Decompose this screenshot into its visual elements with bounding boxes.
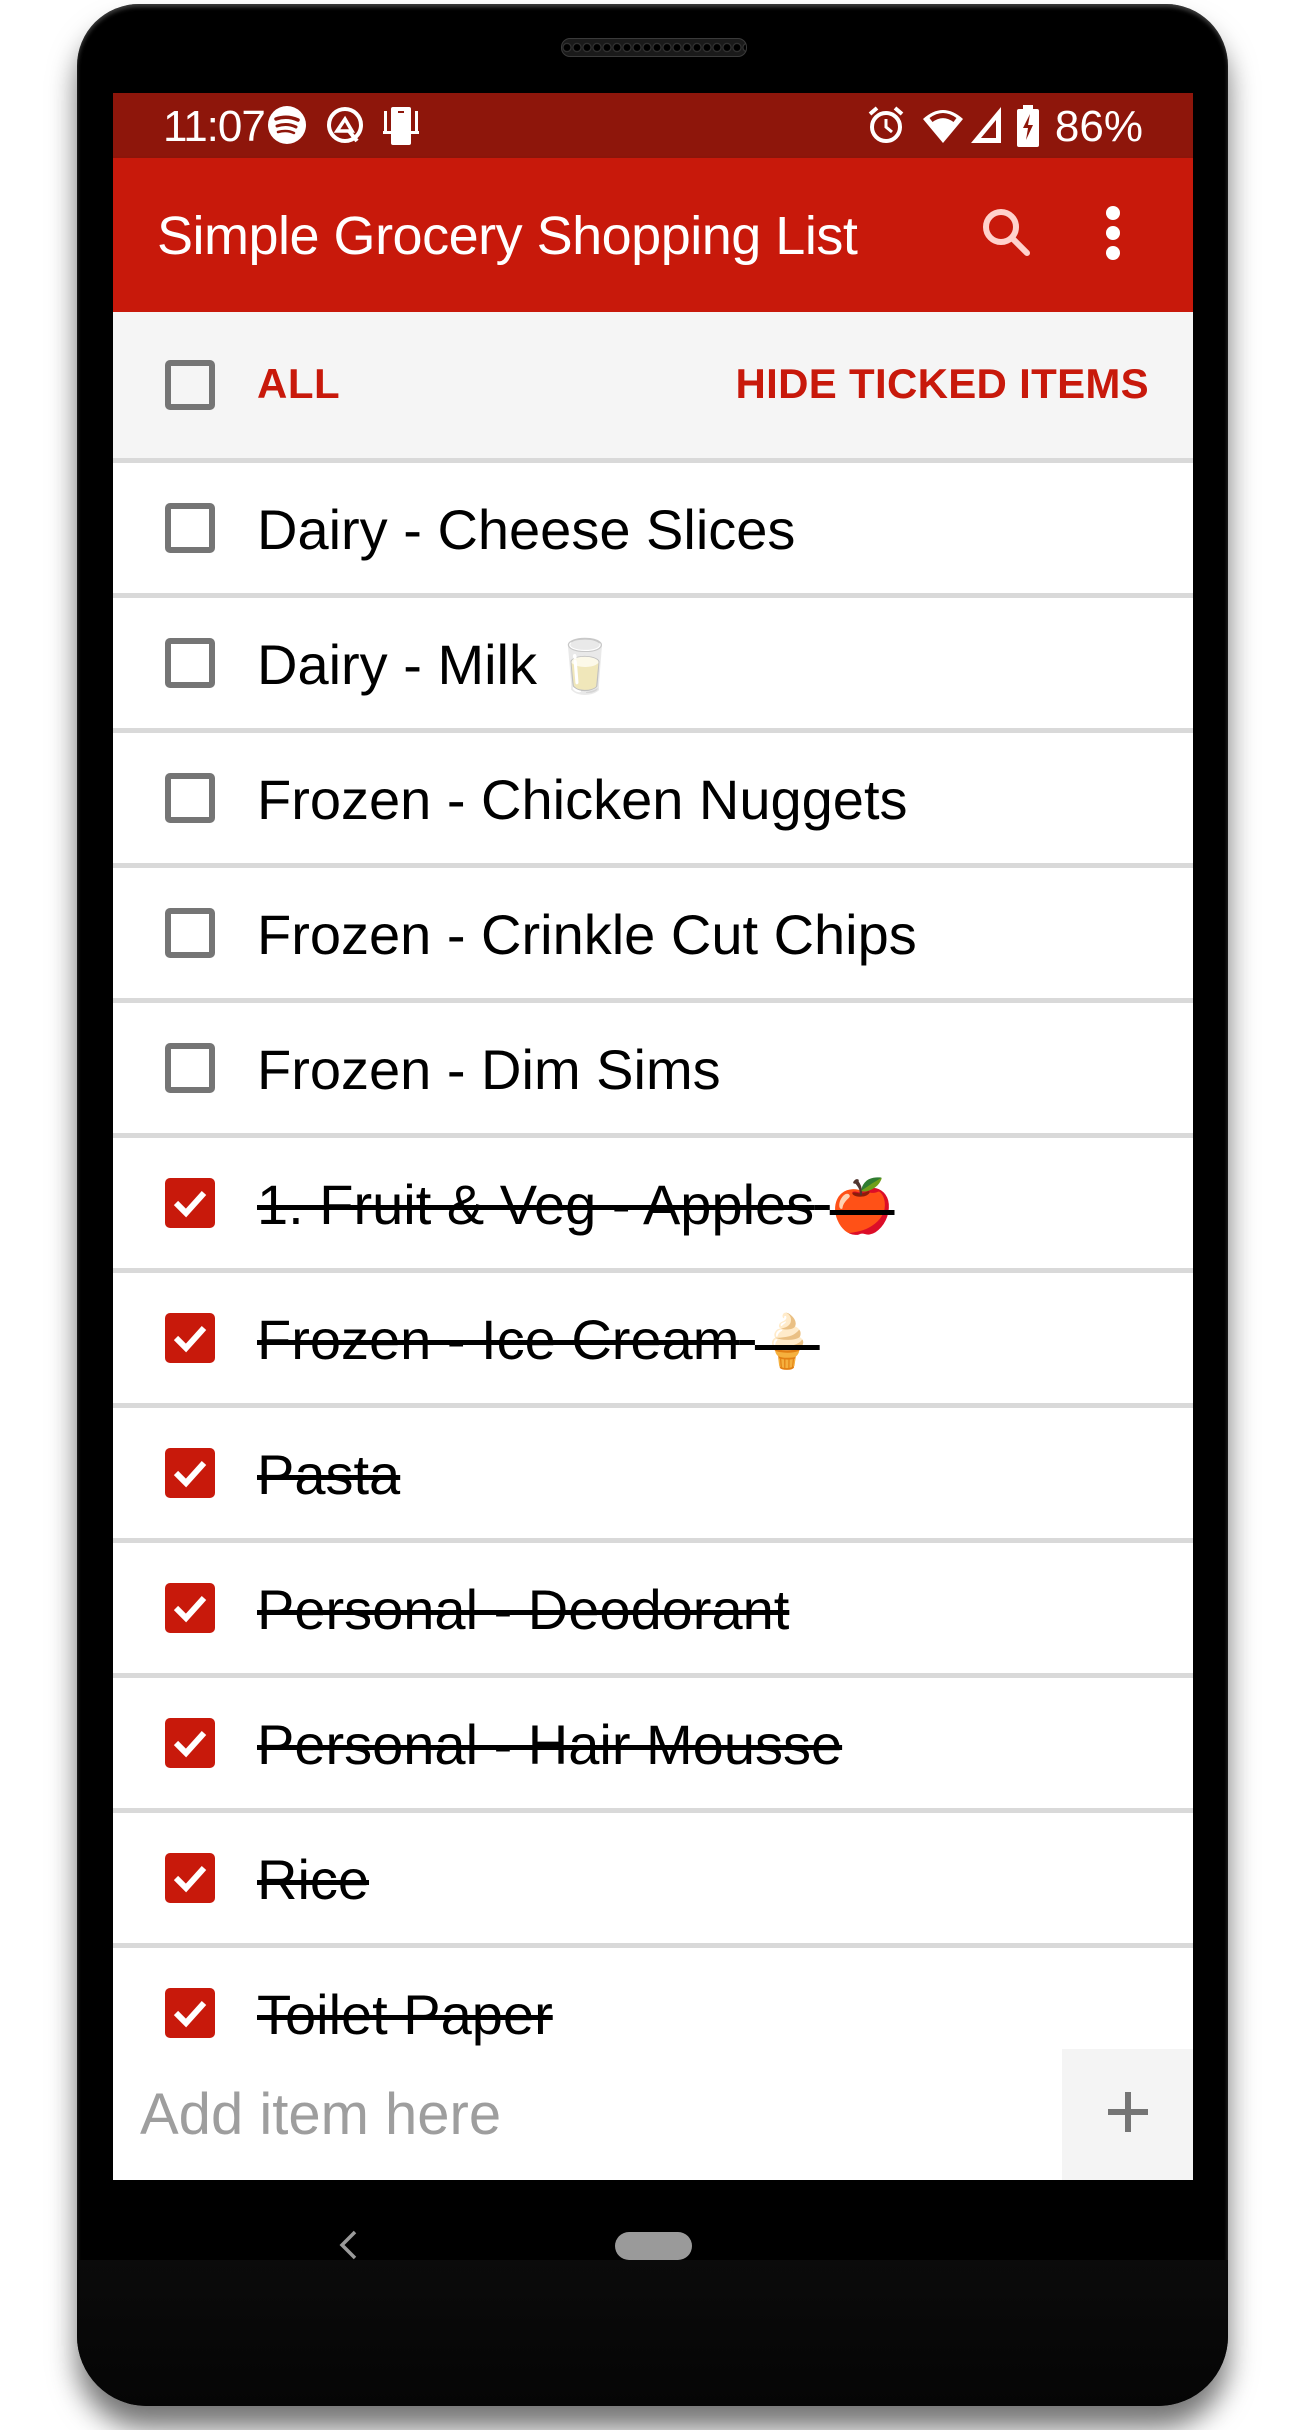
list-item[interactable]: Personal - Hair Mousse — [113, 1678, 1193, 1813]
speaker-grill — [561, 38, 747, 57]
item-checkbox[interactable] — [165, 908, 215, 958]
checkmark-icon — [173, 1190, 207, 1218]
item-label: 1. Fruit & Veg - Apples 🍎 — [257, 1172, 895, 1237]
status-time: 11:07 — [163, 102, 266, 151]
item-checkbox-checked[interactable] — [165, 1313, 215, 1363]
list-item[interactable]: Pasta — [113, 1408, 1193, 1543]
app-toolbar: Simple Grocery Shopping List — [113, 158, 1193, 312]
list-item[interactable]: Frozen - Chicken Nuggets — [113, 733, 1193, 868]
item-label-text: Frozen - Dim Sims — [257, 1038, 721, 1101]
item-label-text: Dairy - Cheese Slices — [257, 498, 796, 561]
checkmark-icon — [173, 1325, 207, 1353]
add-item-button[interactable] — [1062, 2049, 1193, 2180]
home-button[interactable] — [615, 2232, 692, 2260]
item-label: Toilet Paper — [257, 1982, 553, 2047]
list-controls: ALL HIDE TICKED ITEMS — [113, 312, 1193, 463]
search-icon — [981, 207, 1033, 264]
item-label-text: 1. Fruit & Veg - Apples — [257, 1173, 815, 1236]
item-label-text: Rice — [257, 1848, 370, 1911]
plus-icon — [1107, 2092, 1148, 2137]
alarm-icon — [867, 105, 905, 150]
list-item[interactable]: 1. Fruit & Veg - Apples 🍎 — [113, 1138, 1193, 1273]
select-all-checkbox[interactable] — [165, 360, 215, 410]
item-emoji-icon: 🥛 — [552, 638, 618, 696]
item-checkbox-checked[interactable] — [165, 1853, 215, 1903]
checkmark-icon — [173, 1460, 207, 1488]
search-button[interactable] — [957, 158, 1057, 312]
list-item[interactable]: Personal - Deodorant — [113, 1543, 1193, 1678]
item-label: Personal - Hair Mousse — [257, 1712, 842, 1777]
item-label: Frozen - Chicken Nuggets — [257, 767, 908, 832]
item-label-text: Frozen - Chicken Nuggets — [257, 768, 908, 831]
item-checkbox-checked[interactable] — [165, 1178, 215, 1228]
more-vert-icon — [1103, 205, 1123, 266]
list-item[interactable]: Frozen - Ice Cream 🍦 — [113, 1273, 1193, 1408]
battery-charging-icon — [1017, 105, 1039, 152]
item-label: Rice — [257, 1847, 369, 1912]
list-item[interactable]: Dairy - Cheese Slices — [113, 463, 1193, 598]
app-title: Simple Grocery Shopping List — [157, 206, 858, 266]
item-checkbox[interactable] — [165, 503, 215, 553]
item-checkbox[interactable] — [165, 1043, 215, 1093]
item-checkbox-checked[interactable] — [165, 1583, 215, 1633]
add-item-bar — [113, 2049, 1193, 2180]
item-label-text: Personal - Hair Mousse — [257, 1713, 843, 1776]
checkmark-icon — [173, 1865, 207, 1893]
checkmark-icon — [173, 1730, 207, 1758]
item-label-text: Frozen - Crinkle Cut Chips — [257, 903, 917, 966]
list-item[interactable]: Frozen - Crinkle Cut Chips — [113, 868, 1193, 1003]
item-checkbox[interactable] — [165, 773, 215, 823]
quick-icon — [325, 105, 365, 150]
item-label: Pasta — [257, 1442, 400, 1507]
item-label-text: Toilet Paper — [257, 1983, 553, 2046]
list-item[interactable]: Dairy - Milk 🥛 — [113, 598, 1193, 733]
list-item[interactable]: Frozen - Dim Sims — [113, 1003, 1193, 1138]
shopping-list: Dairy - Cheese Slices Dairy - Milk 🥛 Froze… — [113, 463, 1193, 2083]
list-item[interactable]: Rice — [113, 1813, 1193, 1948]
item-checkbox-checked[interactable] — [165, 1718, 215, 1768]
item-label-text: Pasta — [257, 1443, 401, 1506]
select-all-label[interactable]: ALL — [257, 360, 340, 408]
item-checkbox[interactable] — [165, 638, 215, 688]
item-checkbox-checked[interactable] — [165, 1448, 215, 1498]
checkmark-icon — [173, 1595, 207, 1623]
item-emoji-icon: 🍦 — [754, 1313, 820, 1371]
back-button[interactable] — [338, 2230, 358, 2265]
add-item-input[interactable] — [113, 2049, 1062, 2180]
checkmark-icon — [173, 2000, 207, 2028]
wifi-icon — [921, 105, 965, 150]
signal-icon — [969, 105, 1003, 150]
item-label: Dairy - Cheese Slices — [257, 497, 795, 562]
item-label: Personal - Deodorant — [257, 1577, 789, 1642]
system-nav-bar — [113, 2180, 1193, 2260]
cast-phone-icon — [381, 105, 421, 152]
hide-ticked-items-button[interactable]: HIDE TICKED ITEMS — [736, 360, 1149, 408]
item-emoji-icon: 🍎 — [829, 1178, 895, 1236]
status-bar: 11:07 86% — [113, 93, 1193, 158]
phone-chin — [77, 2260, 1228, 2406]
item-label: Frozen - Ice Cream 🍦 — [257, 1307, 820, 1372]
battery-percent: 86% — [1054, 102, 1143, 151]
item-checkbox-checked[interactable] — [165, 1988, 215, 2038]
app-screen: 11:07 86% Simple Grocery Shopping List A… — [113, 93, 1193, 2180]
item-label: Dairy - Milk 🥛 — [257, 632, 617, 697]
item-label-text: Dairy - Milk — [257, 633, 537, 696]
item-label-text: Frozen - Ice Cream — [257, 1308, 740, 1371]
item-label-text: Personal - Deodorant — [257, 1578, 790, 1641]
item-label: Frozen - Dim Sims — [257, 1037, 721, 1102]
item-label: Frozen - Crinkle Cut Chips — [257, 902, 917, 967]
more-options-button[interactable] — [1073, 158, 1153, 312]
spotify-icon — [267, 105, 307, 150]
